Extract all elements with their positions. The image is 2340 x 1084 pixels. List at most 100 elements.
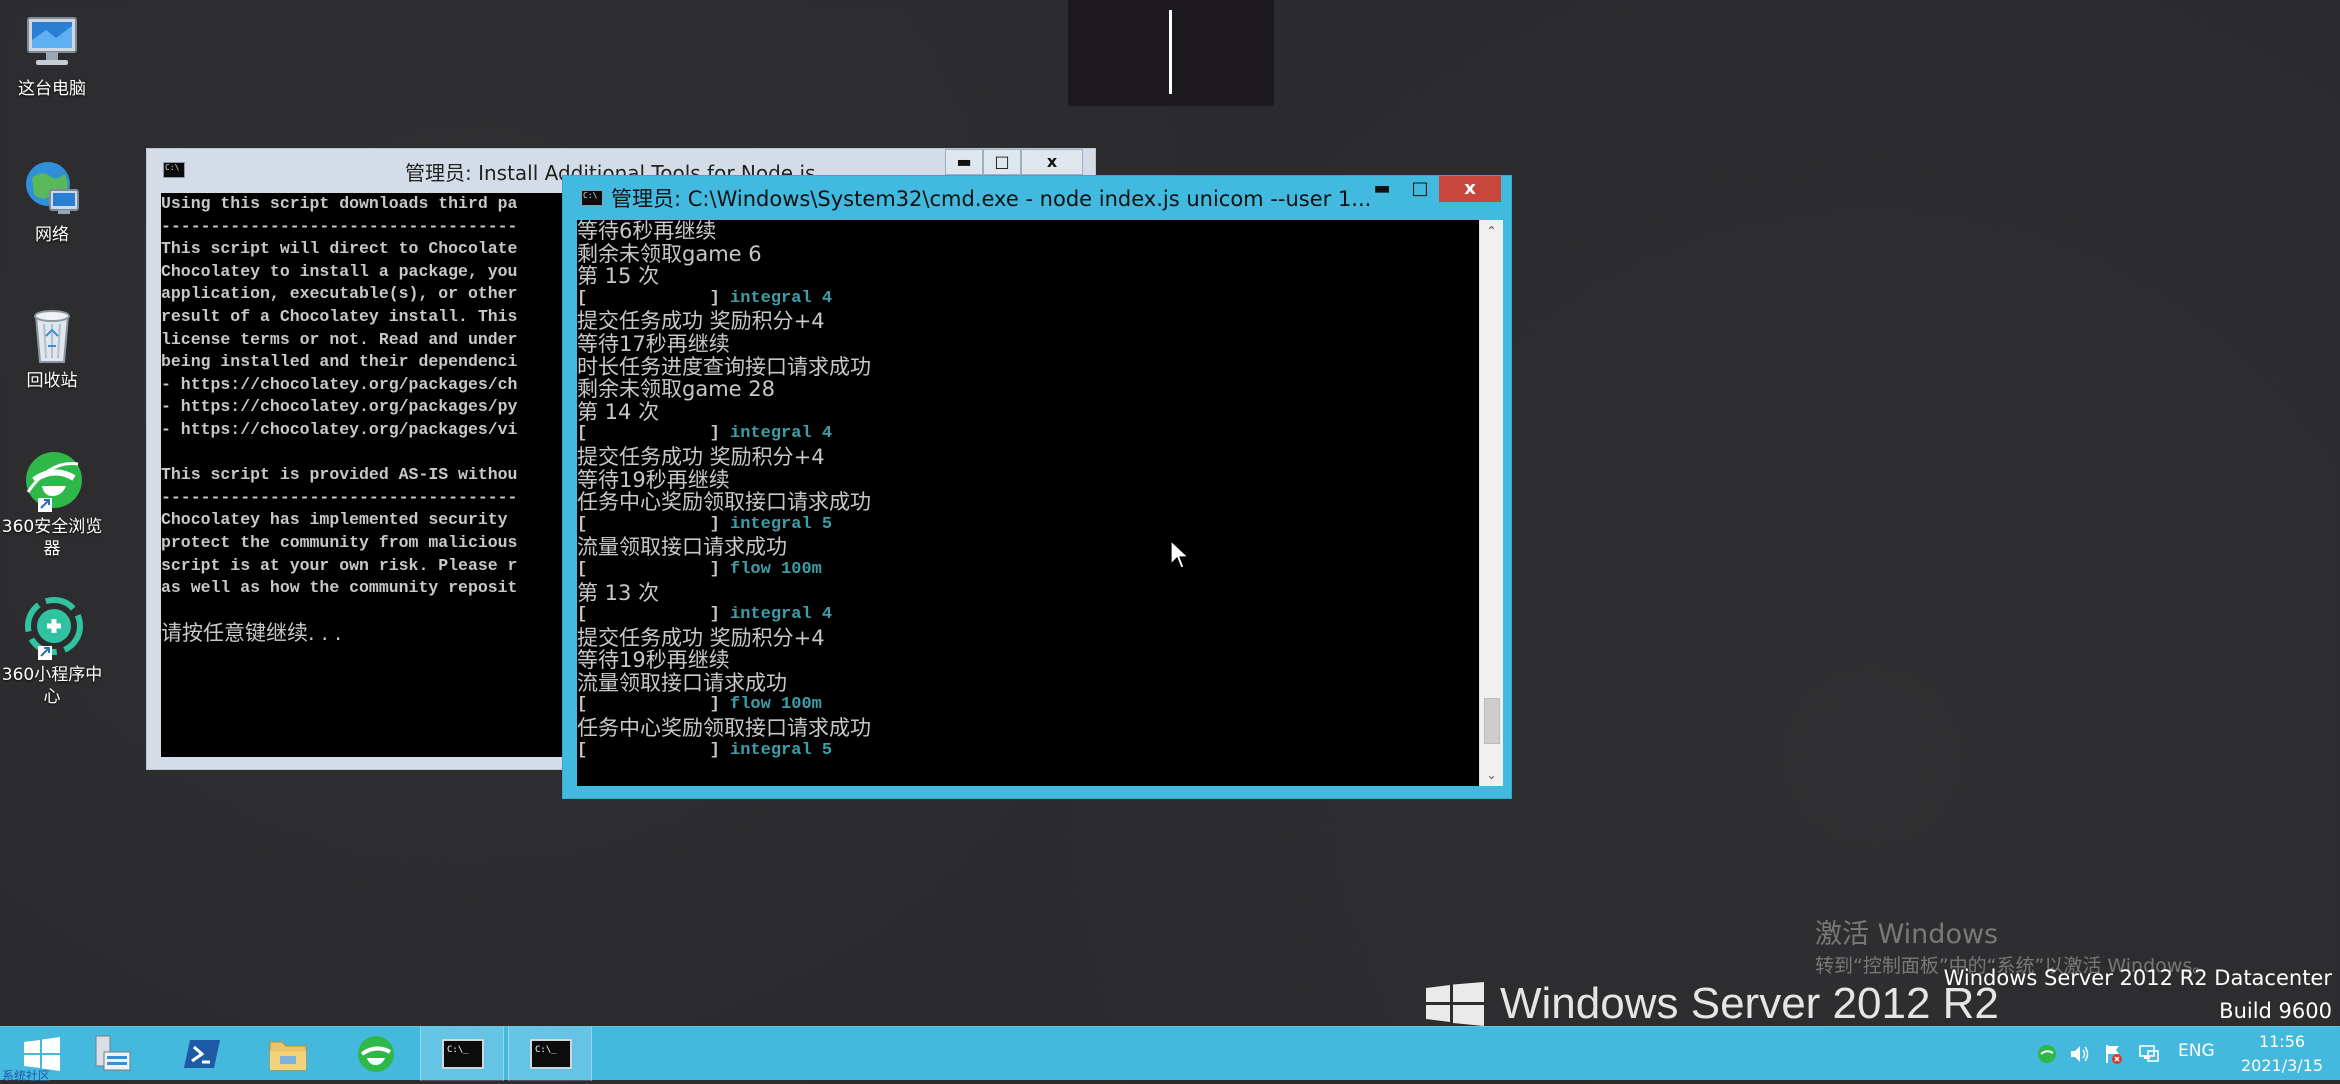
scroll-up-icon[interactable]: ⌃ xyxy=(1480,220,1503,242)
taskbar-powershell[interactable] xyxy=(160,1027,244,1081)
console-line-text: 流量领取接口请求成功 xyxy=(577,535,787,560)
desktop-icon-label: 这台电脑 xyxy=(18,79,86,99)
console-output[interactable]: 等待6秒再继续 剩余未领取game 6第 15 次[ ] integral 4 提交… xyxy=(577,220,1479,786)
taskbar-server-manager[interactable] xyxy=(70,1027,154,1081)
console-line: [ ] flow 100m xyxy=(577,559,1479,582)
console-line-text: 等待19秒再继续 xyxy=(577,467,730,492)
scroll-thumb[interactable] xyxy=(1484,698,1500,744)
360-browser-icon xyxy=(20,448,84,512)
desktop-icon-network[interactable]: 网络 xyxy=(0,156,104,246)
console-line: 时长任务进度查询接口请求成功 xyxy=(577,355,1479,379)
console-line: [ ] integral 4 xyxy=(577,423,1479,446)
network-icon xyxy=(20,156,84,220)
recycle-bin-icon xyxy=(20,302,84,366)
folder-icon xyxy=(269,1041,307,1071)
taskbar: 系统社区 C:\_ C:\_ ENG 11:56 2021/3/15 xyxy=(0,1026,2340,1083)
activation-title: 激活 Windows xyxy=(1815,919,1999,950)
console-line: 等待19秒再继续 xyxy=(577,467,1479,492)
maximize-button[interactable]: □ xyxy=(983,149,1021,175)
console-line: 等待19秒再继续 xyxy=(577,649,1479,672)
console-line-text: 提交任务成功 奖励积分+4 xyxy=(577,309,825,334)
minimize-button[interactable]: ▬ xyxy=(1363,176,1401,202)
windows-logo-icon xyxy=(1426,982,1484,1026)
console-line-text: [ ] xyxy=(577,288,731,308)
console-line-text: 剩余未领取game 6 xyxy=(577,241,762,266)
os-edition: Windows Server 2012 R2 Datacenter xyxy=(1943,966,2332,990)
desktop-icon-label: 回收站 xyxy=(26,371,78,391)
console-line-text: 任务中心奖励领取接口请求成功 xyxy=(577,490,871,515)
desktop-icon-label: 360小程序中 xyxy=(1,665,103,685)
console-line: 任务中心奖励领取接口请求成功 xyxy=(577,491,1479,514)
console-line: 等待6秒再继续 xyxy=(577,220,1479,243)
console-line: [ ] integral 4 xyxy=(577,604,1479,627)
action-center-flag-icon[interactable] xyxy=(2102,1043,2124,1065)
console-line: 等待17秒再继续 xyxy=(577,333,1479,356)
console-line: [ ] integral 4 xyxy=(577,288,1479,311)
console-line-accent: integral 4 xyxy=(730,288,833,308)
console-line-accent: integral 5 xyxy=(730,740,833,760)
cmd-icon: C:\_ xyxy=(530,1039,572,1069)
taskbar-cmd-1[interactable]: C:\_ xyxy=(420,1027,504,1081)
network-tray-icon[interactable] xyxy=(2138,1043,2160,1065)
console-line: 任务中心奖励领取接口请求成功 xyxy=(577,717,1479,740)
console-line-accent: integral 5 xyxy=(730,514,833,534)
console-line-accent: flow 100m xyxy=(730,559,822,579)
console-line-text: 第 13 次 xyxy=(577,580,660,605)
os-edition-info: Windows Server 2012 R2 Datacenter Build … xyxy=(1944,962,2332,1028)
desktop-icon-label: 网络 xyxy=(35,225,69,245)
console-line-text: 提交任务成功 奖励积分+4 xyxy=(577,444,825,469)
console-line: 提交任务成功 奖励积分+4 xyxy=(577,446,1479,469)
minimize-button[interactable]: ▬ xyxy=(945,149,983,175)
console-line-text: 第 15 次 xyxy=(577,264,660,289)
console-line-text: [ ] xyxy=(577,514,731,534)
desktop-icon-recycle-bin[interactable]: 回收站 xyxy=(0,302,104,392)
vertical-scrollbar[interactable]: ⌃ ⌄ xyxy=(1479,220,1503,786)
start-caption: 系统社区 xyxy=(2,1069,51,1083)
window-title: 管理员: C:\Windows\System32\cmd.exe - node … xyxy=(611,187,1372,211)
console-line-text: 等待6秒再继续 xyxy=(577,220,717,243)
system-clock[interactable]: 11:56 2021/3/15 xyxy=(2232,1030,2332,1078)
desktop-icon-360-miniapp[interactable]: 360小程序中 心 xyxy=(0,596,104,708)
console-line-text: 等待17秒再继续 xyxy=(577,331,730,356)
window-preview[interactable] xyxy=(1068,0,1274,106)
volume-icon[interactable] xyxy=(2068,1043,2090,1065)
mouse-cursor-icon xyxy=(1170,540,1190,569)
console-line-text: [ ] xyxy=(577,559,731,579)
close-button[interactable]: x xyxy=(1439,176,1501,202)
maximize-button[interactable]: □ xyxy=(1401,176,1439,202)
taskbar-file-explorer[interactable] xyxy=(246,1027,330,1081)
console-line: 剩余未领取game 28 xyxy=(577,378,1479,401)
desktop-icon-label: 心 xyxy=(43,687,61,707)
360-tray-icon[interactable] xyxy=(2036,1043,2058,1065)
console-line-text: 第 14 次 xyxy=(577,399,660,424)
desktop-icon-this-pc[interactable]: 这台电脑 xyxy=(0,10,104,100)
console-line-text: [ ] xyxy=(577,740,731,760)
console-line: 第 14 次 xyxy=(577,399,1479,424)
console-line-accent: integral 4 xyxy=(730,424,833,444)
console-line: [ ] integral 5 xyxy=(577,514,1479,537)
scroll-down-icon[interactable]: ⌄ xyxy=(1480,764,1503,786)
cmd-icon xyxy=(163,162,185,178)
text-caret xyxy=(1169,10,1172,94)
console-line: 第 15 次 xyxy=(577,265,1479,288)
360-browser-icon xyxy=(358,1036,394,1072)
desktop-icon-label: 360安全浏览 xyxy=(1,517,103,537)
input-language[interactable]: ENG xyxy=(2178,1041,2215,1061)
console-line-accent: flow 100m xyxy=(730,695,822,715)
cmd-icon xyxy=(581,190,603,206)
taskbar-cmd-2[interactable]: C:\_ xyxy=(508,1027,592,1081)
clock-date: 2021/3/15 xyxy=(2240,1056,2324,1075)
console-line-text: 流量领取接口请求成功 xyxy=(577,670,787,695)
console-line: 提交任务成功 奖励积分+4 xyxy=(577,310,1479,333)
taskbar-360-browser[interactable] xyxy=(334,1027,418,1081)
console-line-text: 提交任务成功 奖励积分+4 xyxy=(577,625,825,650)
server-manager-icon xyxy=(95,1035,131,1071)
close-button[interactable]: x xyxy=(1021,149,1083,175)
svg-text:C:\_: C:\_ xyxy=(535,1045,557,1055)
desktop-icon-360-browser[interactable]: 360安全浏览 器 xyxy=(0,448,104,560)
console-window-cmd[interactable]: 管理员: C:\Windows\System32\cmd.exe - node … xyxy=(562,175,1512,799)
console-line-text: [ ] xyxy=(577,424,731,444)
console-line-text: [ ] xyxy=(577,605,731,625)
cmd-icon: C:\_ xyxy=(442,1039,484,1069)
console-line: [ ] integral 5 xyxy=(577,740,1479,763)
